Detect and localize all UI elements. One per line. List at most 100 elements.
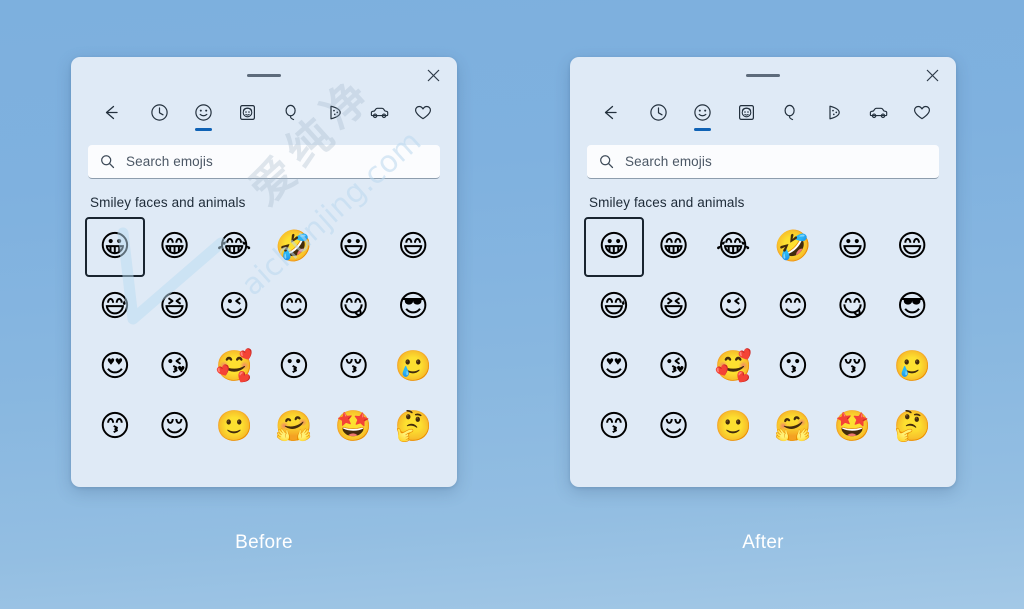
emoji-relieved-face[interactable]: 😌 (644, 399, 704, 455)
pizza-icon (326, 99, 345, 125)
emoji-smiling-with-sunglasses[interactable]: 😎 (882, 279, 942, 335)
emoji-smiling-with-hearts[interactable]: 🥰 (703, 339, 763, 395)
balloon-icon (282, 99, 301, 125)
tab-smileys[interactable] (181, 99, 225, 139)
search-area: Search emojis (88, 145, 440, 179)
emoji-kissing-closed-eyes[interactable]: 😚 (324, 339, 384, 395)
emoji-kissing-with-tear[interactable]: 🥲 (383, 339, 443, 395)
emoji-glyph: 😁 (158, 229, 191, 264)
emoji-beaming-face[interactable]: 😁 (644, 219, 704, 275)
heart-icon (912, 99, 932, 125)
emoji-face-savoring-food[interactable]: 😋 (823, 279, 883, 335)
emoji-kissing-smiling-eyes[interactable]: 😙 (584, 399, 644, 455)
tab-celebration[interactable] (768, 99, 812, 139)
emoji-hugging-face[interactable]: 🤗 (763, 399, 823, 455)
emoji-glyph: 😗 (777, 349, 809, 384)
emoji-face-with-tears-of-joy[interactable]: 😂 (204, 219, 264, 275)
emoji-panel-after: Search emojis Smiley faces and animals 😀… (570, 57, 956, 487)
pizza-icon (825, 99, 844, 125)
tab-celebration[interactable] (269, 99, 313, 139)
emoji-grinning-smiling-eyes[interactable]: 😄 (882, 219, 942, 275)
emoji-glyph: 🙂 (215, 409, 253, 444)
emoji-blowing-a-kiss[interactable]: 😘 (145, 339, 205, 395)
emoji-glyph: 😊 (777, 289, 809, 324)
emoji-glyph: 😂 (216, 229, 252, 264)
emoji-glyph: 🤔 (893, 409, 931, 444)
drag-handle[interactable] (746, 74, 780, 77)
emoji-thinking-face[interactable]: 🤔 (383, 399, 443, 455)
emoji-squinting-face[interactable]: 😆 (644, 279, 704, 335)
emoji-grinning-sweat[interactable]: 😅 (584, 279, 644, 335)
emoji-kissing-smiling-eyes[interactable]: 😙 (85, 399, 145, 455)
emoji-glyph: 🤩 (833, 409, 872, 444)
emoji-smiling-with-sunglasses[interactable]: 😎 (383, 279, 443, 335)
tab-people[interactable] (225, 99, 269, 139)
emoji-slightly-smiling-face[interactable]: 🙂 (703, 399, 763, 455)
emoji-beaming-face[interactable]: 😁 (145, 219, 205, 275)
emoji-thinking-face[interactable]: 🤔 (882, 399, 942, 455)
back-button[interactable] (87, 99, 133, 139)
emoji-glyph: 🥰 (714, 349, 752, 384)
emoji-glyph: 😚 (337, 349, 370, 384)
search-input[interactable]: Search emojis (88, 145, 440, 179)
emoji-face-savoring-food[interactable]: 😋 (324, 279, 384, 335)
emoji-rolling-on-floor-laughing[interactable]: 🤣 (763, 219, 823, 275)
caption-after: After (742, 532, 784, 553)
emoji-heart-eyes[interactable]: 😍 (584, 339, 644, 395)
emoji-heart-eyes[interactable]: 😍 (85, 339, 145, 395)
emoji-glyph: 😗 (278, 349, 310, 384)
panel-titlebar (570, 57, 956, 93)
emoji-glyph: 🤣 (275, 229, 313, 264)
tab-food[interactable] (313, 99, 357, 139)
emoji-glyph: 🤗 (774, 409, 812, 444)
heart-icon (413, 99, 433, 125)
emoji-grinning-smiling-eyes[interactable]: 😄 (383, 219, 443, 275)
emoji-grinning-big-eyes[interactable]: 😃 (324, 219, 384, 275)
emoji-slightly-smiling-face[interactable]: 🙂 (204, 399, 264, 455)
emoji-face-with-tears-of-joy[interactable]: 😂 (703, 219, 763, 275)
tab-people[interactable] (724, 99, 768, 139)
car-icon (369, 99, 390, 125)
tab-smileys[interactable] (680, 99, 724, 139)
emoji-kissing-face[interactable]: 😗 (264, 339, 324, 395)
tab-travel[interactable] (856, 99, 900, 139)
emoji-winking-face[interactable]: 😉 (703, 279, 763, 335)
emoji-glyph: 🤣 (774, 229, 812, 264)
tab-food[interactable] (812, 99, 856, 139)
emoji-kissing-face[interactable]: 😗 (763, 339, 823, 395)
search-placeholder: Search emojis (625, 154, 712, 169)
emoji-star-struck[interactable]: 🤩 (324, 399, 384, 455)
tab-recent[interactable] (636, 99, 680, 139)
search-icon (597, 153, 615, 171)
emoji-glyph: 😎 (896, 289, 928, 324)
emoji-grinning-face[interactable]: 😀 (85, 219, 145, 275)
close-icon[interactable] (418, 62, 448, 88)
emoji-squinting-face[interactable]: 😆 (145, 279, 205, 335)
emoji-hugging-face[interactable]: 🤗 (264, 399, 324, 455)
emoji-star-struck[interactable]: 🤩 (823, 399, 883, 455)
emoji-rolling-on-floor-laughing[interactable]: 🤣 (264, 219, 324, 275)
tab-symbols[interactable] (401, 99, 445, 139)
emoji-glyph: 😃 (337, 229, 370, 264)
emoji-grinning-sweat[interactable]: 😅 (85, 279, 145, 335)
emoji-kissing-with-tear[interactable]: 🥲 (882, 339, 942, 395)
drag-handle[interactable] (247, 74, 281, 77)
emoji-grinning-big-eyes[interactable]: 😃 (823, 219, 883, 275)
emoji-glyph: 😅 (598, 289, 630, 324)
emoji-smiling-with-hearts[interactable]: 🥰 (204, 339, 264, 395)
emoji-relieved-face[interactable]: 😌 (145, 399, 205, 455)
back-button[interactable] (586, 99, 632, 139)
emoji-smiling-face[interactable]: 😊 (763, 279, 823, 335)
search-input[interactable]: Search emojis (587, 145, 939, 179)
close-icon[interactable] (917, 62, 947, 88)
tab-recent[interactable] (137, 99, 181, 139)
emoji-blowing-a-kiss[interactable]: 😘 (644, 339, 704, 395)
emoji-glyph: 🥲 (893, 349, 931, 384)
emoji-smiling-face[interactable]: 😊 (264, 279, 324, 335)
emoji-kissing-closed-eyes[interactable]: 😚 (823, 339, 883, 395)
tab-travel[interactable] (357, 99, 401, 139)
emoji-winking-face[interactable]: 😉 (204, 279, 264, 335)
emoji-grinning-face[interactable]: 😀 (584, 219, 644, 275)
emoji-glyph: 😊 (278, 289, 310, 324)
tab-symbols[interactable] (900, 99, 944, 139)
